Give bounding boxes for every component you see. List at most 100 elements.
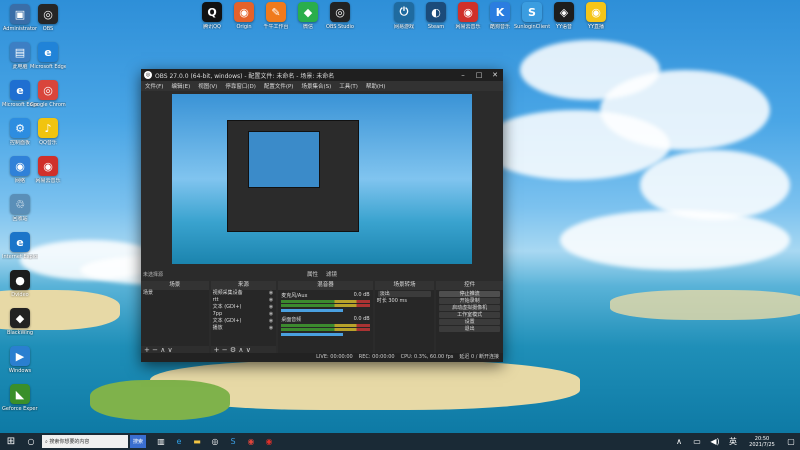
volume-slider[interactable] <box>281 309 344 312</box>
source-item[interactable]: 文本 (GDI+) ◉ <box>211 318 277 325</box>
clock[interactable]: 20:50 2021/7/25 <box>742 436 782 448</box>
menu-tools[interactable]: 工具(T) <box>335 82 362 90</box>
obs-title-bar[interactable]: ◎ OBS 27.0.0 (64-bit, windows) - 配置文件: 未… <box>141 69 503 81</box>
desktop-shortcut[interactable]: ♲ 回收站 <box>2 194 38 222</box>
eye-icon[interactable]: ◉ <box>269 325 273 332</box>
menu-edit[interactable]: 编辑(E) <box>167 82 194 90</box>
transition-select[interactable]: 淡出 <box>377 291 432 297</box>
app-icon: Q <box>202 2 222 22</box>
app-icon: e <box>10 232 30 252</box>
shortcut-label: 网易云音乐 <box>455 24 481 30</box>
notification-icon[interactable]: ▢ <box>782 437 800 446</box>
desktop-shortcut[interactable]: ◆ 微信 <box>290 2 326 30</box>
desktop-shortcut[interactable]: ◉ 网易云音乐 <box>450 2 486 30</box>
maximize-icon[interactable]: □ <box>471 71 487 79</box>
search-placeholder: 搜索你想要的内容 <box>49 439 90 445</box>
mixer-channel: 桌面音频 0.0 dB <box>278 314 372 338</box>
studio-mode-button[interactable]: 工作室模式 <box>439 312 500 318</box>
app-icon: e <box>10 80 30 100</box>
channel-level: 0.0 dB <box>353 292 370 298</box>
app-icon: ⚙ <box>10 118 30 138</box>
desktop-shortcut[interactable]: ◐ Steam <box>418 2 454 30</box>
obs-window[interactable]: ◎ OBS 27.0.0 (64-bit, windows) - 配置文件: 未… <box>141 69 503 362</box>
channel-name: 麦克风/Aux <box>281 293 308 299</box>
cortana-icon[interactable]: ○ <box>22 437 40 446</box>
chrome-icon[interactable]: ◉ <box>242 437 260 446</box>
sunlogin-icon[interactable]: S <box>224 437 242 446</box>
eye-icon[interactable]: ◉ <box>269 311 273 318</box>
desktop-shortcut[interactable]: ✎ 千牛工作台 <box>258 2 294 30</box>
desktop-shortcut[interactable]: ◉ YY直播 <box>578 2 614 30</box>
shortcut-label: QQ音乐 <box>39 140 57 146</box>
network-icon[interactable]: ▭ <box>688 437 706 446</box>
file-explorer-icon[interactable]: ▬ <box>188 437 206 446</box>
volume-icon[interactable]: ◀) <box>706 437 724 446</box>
virtual-camera-button[interactable]: 启动虚拟摄像机 <box>439 305 500 311</box>
menu-docks[interactable]: 停靠窗口(D) <box>221 82 260 90</box>
task-view-icon[interactable]: ▥ <box>152 437 170 446</box>
desktop-shortcut[interactable]: ◎ OBS <box>30 4 66 32</box>
scene-item[interactable]: 场景 <box>141 290 209 297</box>
menu-profile[interactable]: 配置文件(P) <box>260 82 298 90</box>
desktop-shortcut[interactable]: K 酷狗音乐 <box>482 2 518 30</box>
eye-icon[interactable]: ◉ <box>269 318 273 325</box>
desktop-shortcut[interactable]: e Internet Explorer <box>2 232 38 260</box>
duration-input[interactable]: 300 ms <box>388 298 407 305</box>
properties-button[interactable]: 属性 <box>307 270 318 278</box>
eye-icon[interactable]: ◉ <box>269 290 273 297</box>
menu-view[interactable]: 视图(V) <box>194 82 221 90</box>
obs-taskbar-icon[interactable]: ◎ <box>206 437 224 446</box>
source-item[interactable]: 播放 ◉ <box>211 325 277 332</box>
desktop-shortcut[interactable]: ▶ Windows <box>2 346 38 374</box>
shortcut-label: 微信 <box>302 24 313 30</box>
desktop-shortcut[interactable]: ● Dvideo <box>2 270 38 298</box>
netease-music-icon[interactable]: ◉ <box>260 437 278 446</box>
eye-icon[interactable]: ◉ <box>269 297 273 304</box>
desktop-shortcut[interactable]: ⏻ 网易游戏 <box>386 2 422 30</box>
desktop-shortcut[interactable]: ◉ Origin <box>226 2 262 30</box>
start-recording-button[interactable]: 开始录制 <box>439 298 500 304</box>
eye-icon[interactable]: ◉ <box>269 304 273 311</box>
app-icon: e <box>38 42 58 62</box>
controls-dock: 控件 停止推流 开始录制 启动虚拟摄像机 工作室模式 设置 退出 <box>436 281 503 355</box>
desktop-shortcut[interactable]: S SunloginClient <box>514 2 550 30</box>
edge-icon[interactable]: e <box>170 437 188 446</box>
settings-button[interactable]: 设置 <box>439 319 500 325</box>
chevron-up-icon[interactable]: ∧ <box>670 437 688 446</box>
desktop-shortcut[interactable]: ◣ Geforce Experience <box>2 384 38 412</box>
source-item[interactable]: 视频采集设备 ◉ <box>211 290 277 297</box>
desktop-shortcut[interactable]: ◆ BlackWing <box>2 308 38 336</box>
docks-area: 场景 场景 + − ∧ ∨ 来源 视频采集设备 ◉ rtt ◉ 文本 (GDI+) ◉… <box>141 281 503 355</box>
desktop-shortcut[interactable]: ◎ Google Chrome <box>30 80 66 108</box>
menu-help[interactable]: 帮助(H) <box>362 82 389 90</box>
desktop-shortcut[interactable]: ◉ 网易云音乐 <box>30 156 66 184</box>
minimize-icon[interactable]: – <box>455 71 471 79</box>
preview-canvas[interactable] <box>172 94 472 264</box>
volume-slider[interactable] <box>281 333 344 336</box>
cloud <box>480 110 670 180</box>
nested-preview <box>227 120 359 232</box>
desktop-shortcut[interactable]: e Microsoft Edge <box>30 42 66 70</box>
desktop-shortcut[interactable]: ♪ QQ音乐 <box>30 118 66 146</box>
source-item[interactable]: 文本 (GDI+) ◉ <box>211 304 277 311</box>
desktop-shortcut[interactable]: ◎ OBS Studio <box>322 2 358 30</box>
input-lang[interactable]: 英 <box>724 436 742 447</box>
exit-button[interactable]: 退出 <box>439 326 500 332</box>
app-icon: ▶ <box>10 346 30 366</box>
menu-file[interactable]: 文件(F) <box>141 82 167 90</box>
menu-scene-collection[interactable]: 场景集合(S) <box>297 82 335 90</box>
grass-island <box>90 380 230 420</box>
filters-button[interactable]: 滤镜 <box>326 270 337 278</box>
sources-dock: 来源 视频采集设备 ◉ rtt ◉ 文本 (GDI+) ◉ 7pp ◉ 文本 (GDI+… <box>210 281 277 355</box>
source-item[interactable]: 7pp ◉ <box>211 311 277 318</box>
search-button[interactable]: 搜索 <box>130 435 146 448</box>
windows-start-icon[interactable]: ⊞ <box>0 436 22 447</box>
search-input[interactable]: ⌕ 搜索你想要的内容 <box>42 435 128 448</box>
stop-streaming-button[interactable]: 停止推流 <box>439 291 500 297</box>
desktop-shortcut[interactable]: Q 腾讯QQ <box>194 2 230 30</box>
close-icon[interactable]: ✕ <box>487 71 503 79</box>
source-label: 文本 (GDI+) <box>212 304 242 310</box>
desktop-shortcut[interactable]: ◈ YY语音 <box>546 2 582 30</box>
source-item[interactable]: rtt ◉ <box>211 297 277 304</box>
app-icon: ♪ <box>38 118 58 138</box>
